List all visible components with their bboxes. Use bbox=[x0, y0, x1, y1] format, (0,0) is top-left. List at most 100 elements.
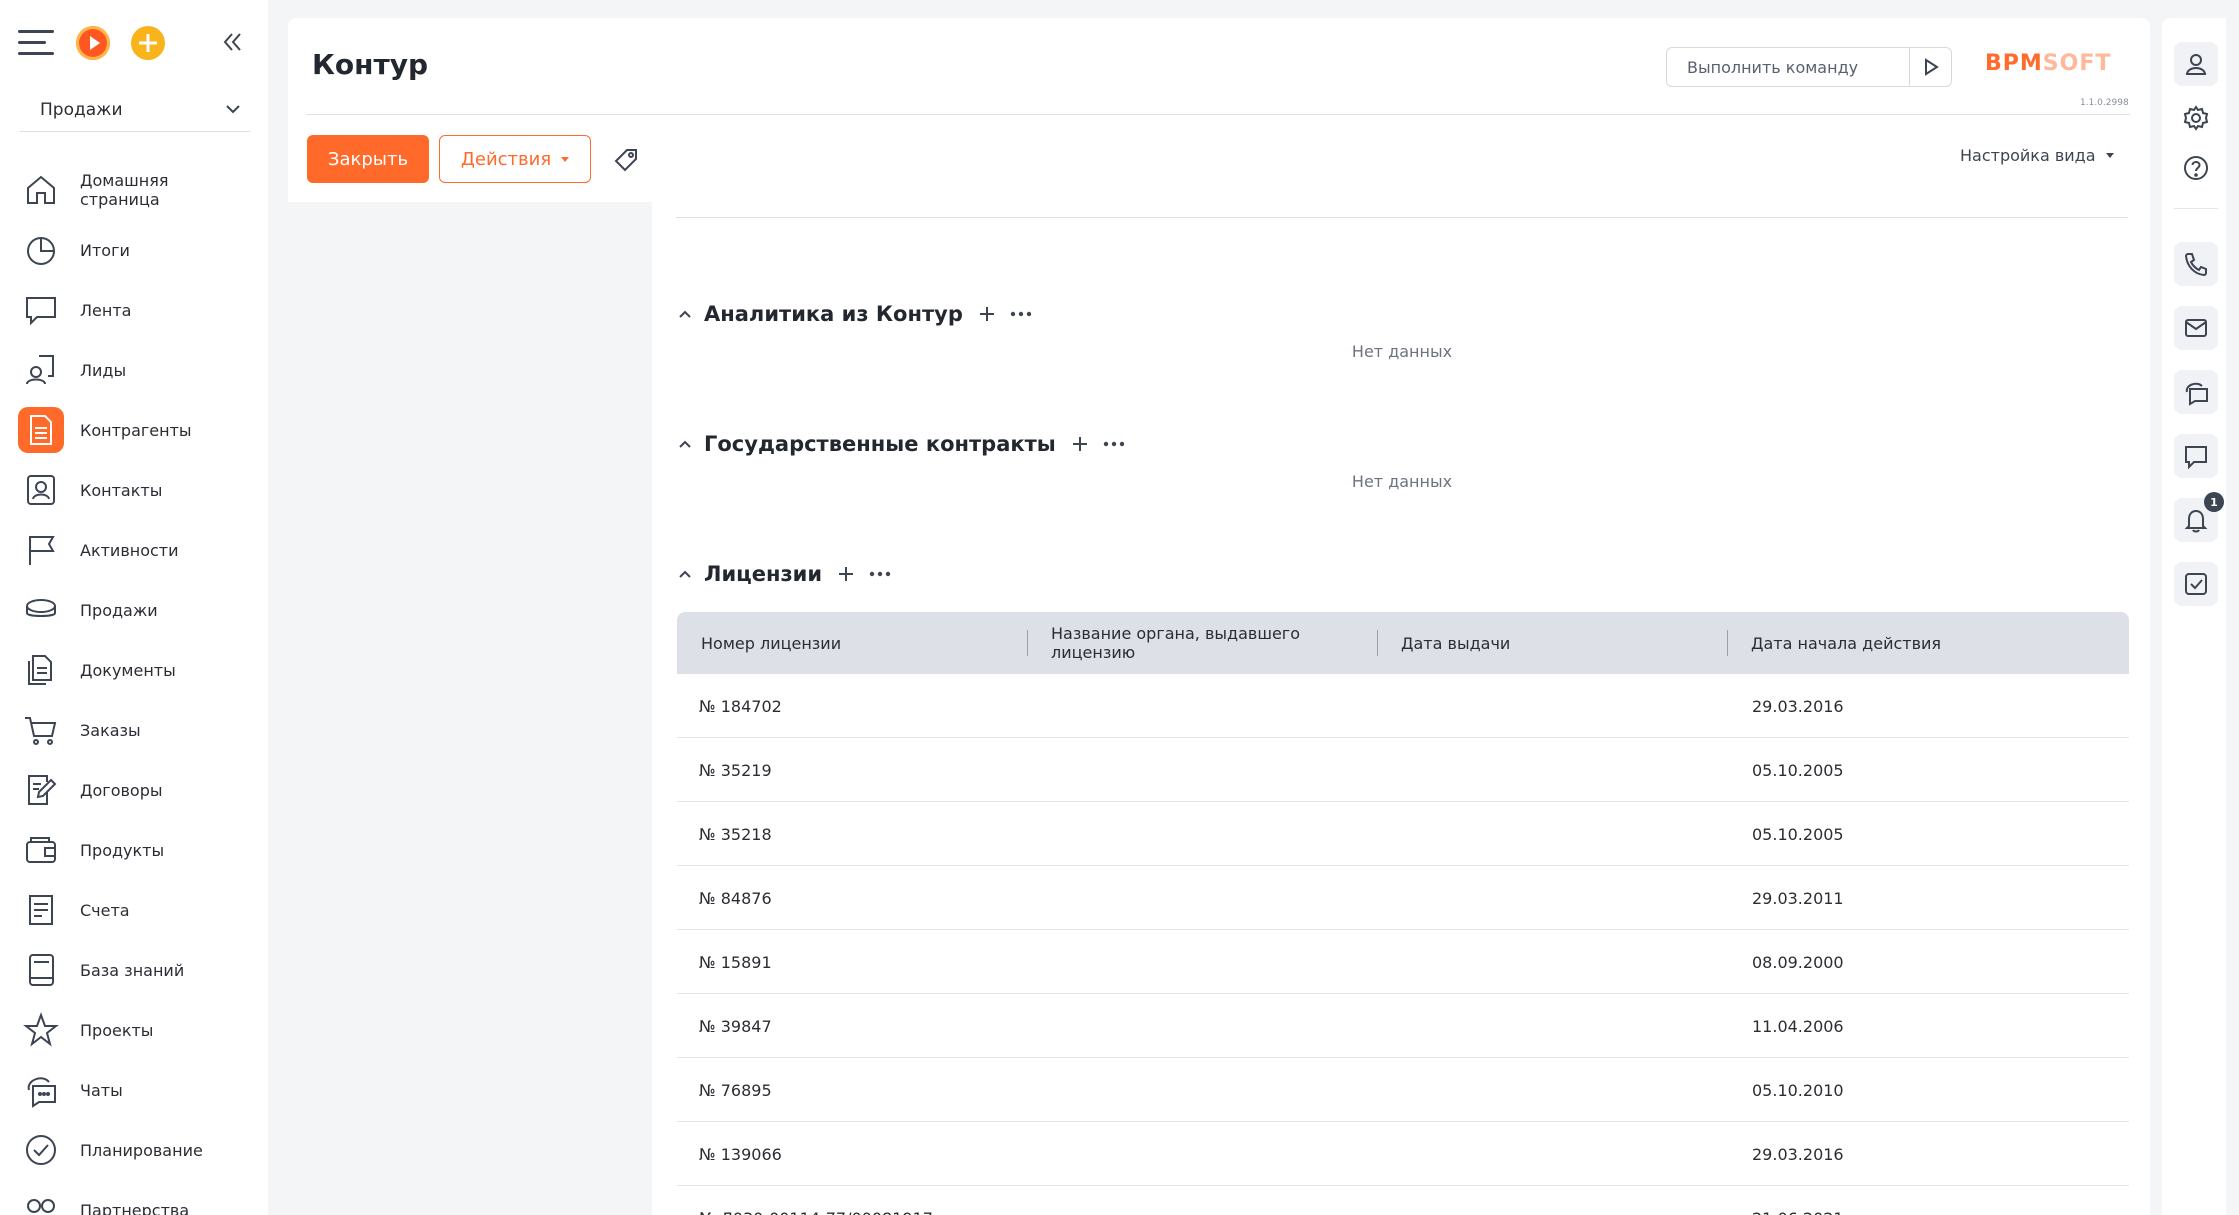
collapse-sidebar-icon[interactable] bbox=[218, 28, 246, 56]
sidebar-item-home[interactable]: Домашняя страница bbox=[18, 160, 258, 220]
sidebar-item-partnerships[interactable]: Партнерства bbox=[18, 1180, 258, 1215]
column-header-issue-date[interactable]: Дата выдачи bbox=[1377, 612, 1727, 674]
mail-icon bbox=[2185, 319, 2207, 337]
sidebar-item-accounts[interactable]: Контрагенты bbox=[18, 400, 258, 460]
sidebar-item-planning[interactable]: Планирование bbox=[18, 1120, 258, 1180]
sidebar-item-dashboards[interactable]: Итоги bbox=[18, 220, 258, 280]
sidebar-item-label: Чаты bbox=[80, 1080, 123, 1100]
more-icon[interactable] bbox=[1009, 304, 1033, 324]
empty-message: Нет данных bbox=[1351, 342, 1453, 361]
add-icon[interactable] bbox=[131, 26, 165, 60]
sidebar-item-chats[interactable]: Чаты bbox=[18, 1060, 258, 1120]
phone-button[interactable] bbox=[2174, 242, 2218, 286]
messages-button[interactable] bbox=[2174, 434, 2218, 478]
group-header: Лицензии bbox=[676, 558, 2128, 590]
group-title: Аналитика из Контур bbox=[704, 302, 963, 326]
sidebar-item-orders[interactable]: Заказы bbox=[18, 700, 258, 760]
table-row[interactable]: № 84876 29.03.2011 bbox=[677, 866, 2129, 930]
table-row[interactable]: № 35218 05.10.2005 bbox=[677, 802, 2129, 866]
column-header-number[interactable]: Номер лицензии bbox=[677, 612, 1027, 674]
group-header: Государственные контракты bbox=[676, 428, 2128, 460]
view-settings-button[interactable]: Настройка вида bbox=[1960, 146, 2114, 165]
sidebar-item-label: Документы bbox=[80, 660, 176, 680]
tag-icon[interactable] bbox=[612, 146, 640, 174]
close-button[interactable]: Закрыть bbox=[307, 135, 429, 183]
email-button[interactable] bbox=[2174, 306, 2218, 350]
cell-start-date: 05.10.2005 bbox=[1752, 760, 1844, 780]
cell-number: № 184702 bbox=[699, 696, 782, 716]
actions-button[interactable]: Действия bbox=[439, 135, 591, 183]
sidebar-item-documents[interactable]: Документы bbox=[18, 640, 258, 700]
chats-button[interactable] bbox=[2174, 370, 2218, 414]
run-command-button[interactable] bbox=[1909, 48, 1951, 86]
table-row[interactable]: № 76895 05.10.2010 bbox=[677, 1058, 2129, 1122]
settings-button[interactable] bbox=[2174, 96, 2218, 140]
page-header: Контур BPMSOFT 1.1.0.2998 Закрыть Действ… bbox=[288, 18, 2150, 202]
grid-header: Номер лицензии Название органа, выдавшег… bbox=[677, 612, 2129, 674]
grid-body: № 184702 29.03.2016 № 35219 05.10.2005 № 3… bbox=[677, 674, 2129, 1215]
sidebar-item-knowledge-base[interactable]: База знаний bbox=[18, 940, 258, 1000]
table-row[interactable]: № 139066 29.03.2016 bbox=[677, 1122, 2129, 1186]
documents-icon bbox=[18, 647, 64, 693]
more-icon[interactable] bbox=[1102, 434, 1126, 454]
add-icon[interactable] bbox=[1070, 434, 1090, 454]
wallet-icon bbox=[18, 827, 64, 873]
table-row[interactable]: № 184702 29.03.2016 bbox=[677, 674, 2129, 738]
brand-logo: BPMSOFT bbox=[1985, 51, 2111, 76]
profile-button[interactable] bbox=[2174, 42, 2218, 86]
column-header-issuer[interactable]: Название органа, выдавшего лицензию bbox=[1027, 612, 1377, 674]
cell-number: № 35218 bbox=[699, 824, 772, 844]
tasks-button[interactable] bbox=[2174, 562, 2218, 606]
cell-start-date: 05.10.2010 bbox=[1752, 1080, 1844, 1100]
cart-icon bbox=[18, 707, 64, 753]
cell-number: № 39847 bbox=[699, 1016, 772, 1036]
profile-icon bbox=[2185, 54, 2207, 75]
add-icon[interactable] bbox=[836, 564, 856, 584]
workspace-select[interactable]: Продажи bbox=[20, 88, 250, 132]
help-button[interactable] bbox=[2174, 146, 2218, 190]
cell-number: № 139066 bbox=[699, 1144, 782, 1164]
more-icon[interactable] bbox=[868, 564, 892, 584]
brand-soft: SOFT bbox=[2042, 51, 2112, 76]
command-line bbox=[1666, 47, 1952, 87]
command-input[interactable] bbox=[1667, 48, 1909, 86]
group-title: Государственные контракты bbox=[704, 432, 1056, 456]
cell-start-date: 21.06.2021 bbox=[1752, 1186, 1844, 1215]
cell-start-date: 29.03.2016 bbox=[1752, 696, 1844, 716]
sidebar-item-leads[interactable]: Лиды bbox=[18, 340, 258, 400]
column-header-start-date[interactable]: Дата начала действия bbox=[1727, 612, 2127, 674]
sidebar-item-contacts[interactable]: Контакты bbox=[18, 460, 258, 520]
message-icon bbox=[2185, 446, 2207, 470]
partners-icon bbox=[18, 1187, 64, 1215]
process-run-icon[interactable] bbox=[76, 26, 110, 60]
chevron-up-icon[interactable] bbox=[676, 565, 694, 583]
accounts-icon bbox=[18, 407, 64, 453]
sidebar-item-feed[interactable]: Лента bbox=[18, 280, 258, 340]
cell-number: № 15891 bbox=[699, 952, 772, 972]
chats-icon bbox=[2185, 382, 2208, 406]
menu-icon[interactable] bbox=[18, 30, 54, 56]
cell-number: № 84876 bbox=[699, 888, 772, 908]
sidebar-item-projects[interactable]: Проекты bbox=[18, 1000, 258, 1060]
chevron-up-icon[interactable] bbox=[676, 305, 694, 323]
table-row[interactable]: № 15891 08.09.2000 bbox=[677, 930, 2129, 994]
sidebar-item-contracts[interactable]: Договоры bbox=[18, 760, 258, 820]
sidebar-item-invoices[interactable]: Счета bbox=[18, 880, 258, 940]
sidebar-item-label: Лиды bbox=[80, 360, 127, 380]
flag-icon bbox=[18, 527, 64, 573]
table-row[interactable]: № Л030-00114-77/00081917 21.06.2021 bbox=[677, 1186, 2129, 1215]
gear-icon bbox=[2183, 105, 2209, 131]
bell-icon bbox=[2184, 509, 2208, 533]
sidebar: Продажи Домашняя страница Итоги Лента Ли… bbox=[0, 0, 268, 1215]
contacts-icon bbox=[18, 467, 64, 513]
sidebar-item-opportunities[interactable]: Продажи bbox=[18, 580, 258, 640]
table-row[interactable]: № 39847 11.04.2006 bbox=[677, 994, 2129, 1058]
left-panel bbox=[288, 202, 652, 1215]
notifications-button[interactable]: 1 bbox=[2174, 492, 2224, 542]
add-icon[interactable] bbox=[977, 304, 997, 324]
sidebar-item-products[interactable]: Продукты bbox=[18, 820, 258, 880]
table-row[interactable]: № 35219 05.10.2005 bbox=[677, 738, 2129, 802]
chevron-up-icon[interactable] bbox=[676, 435, 694, 453]
sidebar-item-activities[interactable]: Активности bbox=[18, 520, 258, 580]
contract-icon bbox=[18, 767, 64, 813]
